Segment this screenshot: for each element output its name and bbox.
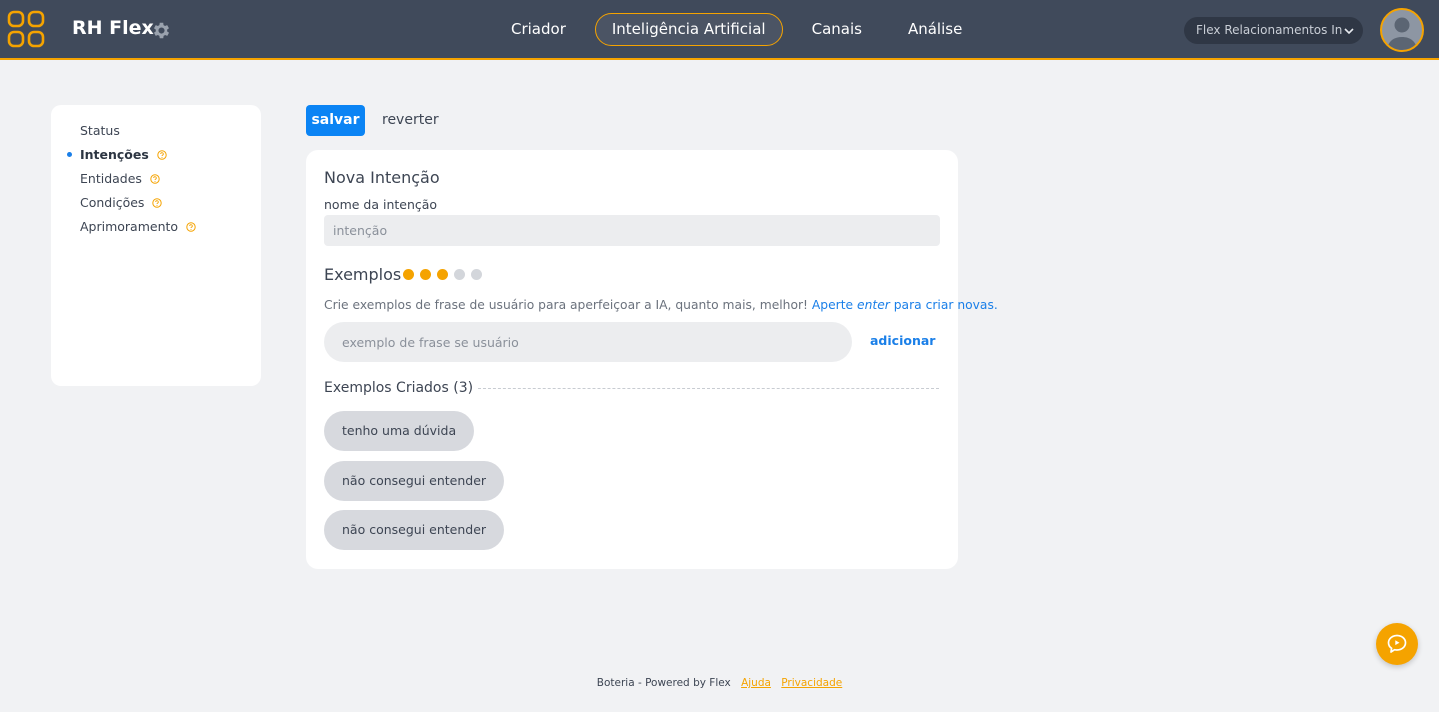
enter-hint-prefix: Aperte xyxy=(811,298,858,312)
progress-dot-filled xyxy=(420,269,431,280)
chevron-down-icon xyxy=(1344,28,1354,35)
progress-dot-empty xyxy=(471,269,482,280)
example-chip[interactable]: não consegui entender xyxy=(324,510,505,550)
organization-select[interactable]: Flex Relacionamentos In xyxy=(1184,17,1363,44)
progress-dot-empty xyxy=(454,269,465,280)
examples-title: Exemplos xyxy=(324,265,402,284)
save-button[interactable]: salvar xyxy=(306,105,365,136)
user-avatar[interactable] xyxy=(1380,8,1424,52)
created-examples-title: Exemplos Criados (3) xyxy=(324,380,474,396)
sidebar-item-label: Aprimoramento xyxy=(80,219,179,234)
sidebar-item-aprimoramento[interactable]: Aprimoramento xyxy=(51,218,261,242)
revert-button[interactable]: reverter xyxy=(382,105,439,136)
help-icon[interactable] xyxy=(152,198,163,208)
help-icon[interactable] xyxy=(157,150,167,160)
sidebar-item-label: Status xyxy=(80,123,120,138)
intent-name-input[interactable] xyxy=(324,215,940,246)
sidebar-item-condicoes[interactable]: Condições xyxy=(51,194,261,218)
section-divider xyxy=(478,388,939,389)
app-logo-icon[interactable] xyxy=(6,9,46,49)
sidebar-item-intencoes[interactable]: Intenções xyxy=(51,146,261,170)
examples-hint-text: Crie exemplos de frase de usuário para a… xyxy=(324,298,812,312)
sidebar-item-label: Entidades xyxy=(80,171,142,186)
top-bar: RH Flex Criador Inteligência Artificial … xyxy=(0,0,1439,60)
help-icon[interactable] xyxy=(150,174,160,184)
examples-progress-dots xyxy=(403,269,488,280)
form-title: Nova Intenção xyxy=(324,168,440,187)
example-chip[interactable]: tenho uma dúvida xyxy=(324,411,475,451)
progress-dot-filled xyxy=(403,269,414,280)
sidebar: Status Intenções Entidades Condições Apr… xyxy=(51,105,261,386)
footer-text: Boteria - Powered by Flex xyxy=(596,677,731,689)
main-nav: Criador Inteligência Artificial Canais A… xyxy=(494,13,991,46)
add-example-button[interactable]: adicionar xyxy=(870,333,935,348)
example-phrase-input[interactable] xyxy=(324,322,852,362)
example-chip[interactable]: não consegui entender xyxy=(324,460,505,501)
chat-button[interactable] xyxy=(1376,623,1418,665)
enter-hint-link[interactable]: Aperte enter para criar novas. xyxy=(812,298,998,312)
nav-tab-analise[interactable]: Análise xyxy=(891,13,979,46)
enter-hint-key: enter xyxy=(857,298,890,312)
active-indicator-dot xyxy=(67,152,72,157)
sidebar-item-label: Intenções xyxy=(80,147,149,162)
organization-select-label: Flex Relacionamentos In xyxy=(1196,23,1343,37)
intent-form-card: Nova Intenção nome da intenção Exemplos … xyxy=(306,150,998,569)
app-title: RH Flex xyxy=(72,17,154,39)
help-icon[interactable] xyxy=(186,222,196,232)
progress-dot-filled xyxy=(437,269,448,280)
help-link[interactable]: Ajuda xyxy=(741,677,771,689)
nav-tab-criador[interactable]: Criador xyxy=(494,13,583,46)
nav-tab-inteligencia-artificial[interactable]: Inteligência Artificial xyxy=(594,13,783,46)
sidebar-item-status[interactable]: Status xyxy=(51,122,261,146)
gear-icon[interactable] xyxy=(151,20,172,41)
enter-hint-suffix: para criar novas. xyxy=(889,298,998,312)
chat-bubble-icon xyxy=(1387,634,1407,653)
privacy-link[interactable]: Privacidade xyxy=(781,677,842,689)
footer: Boteria - Powered by Flex Ajuda Privacid… xyxy=(0,677,1439,689)
created-examples-list: tenho uma dúvida não consegui entender n… xyxy=(324,411,505,560)
sidebar-item-label: Condições xyxy=(80,195,145,210)
intent-name-label: nome da intenção xyxy=(324,197,438,212)
sidebar-item-entidades[interactable]: Entidades xyxy=(51,170,261,194)
user-silhouette-icon xyxy=(1387,17,1417,50)
examples-hint: Crie exemplos de frase de usuário para a… xyxy=(324,298,998,312)
nav-tab-canais[interactable]: Canais xyxy=(795,13,879,46)
